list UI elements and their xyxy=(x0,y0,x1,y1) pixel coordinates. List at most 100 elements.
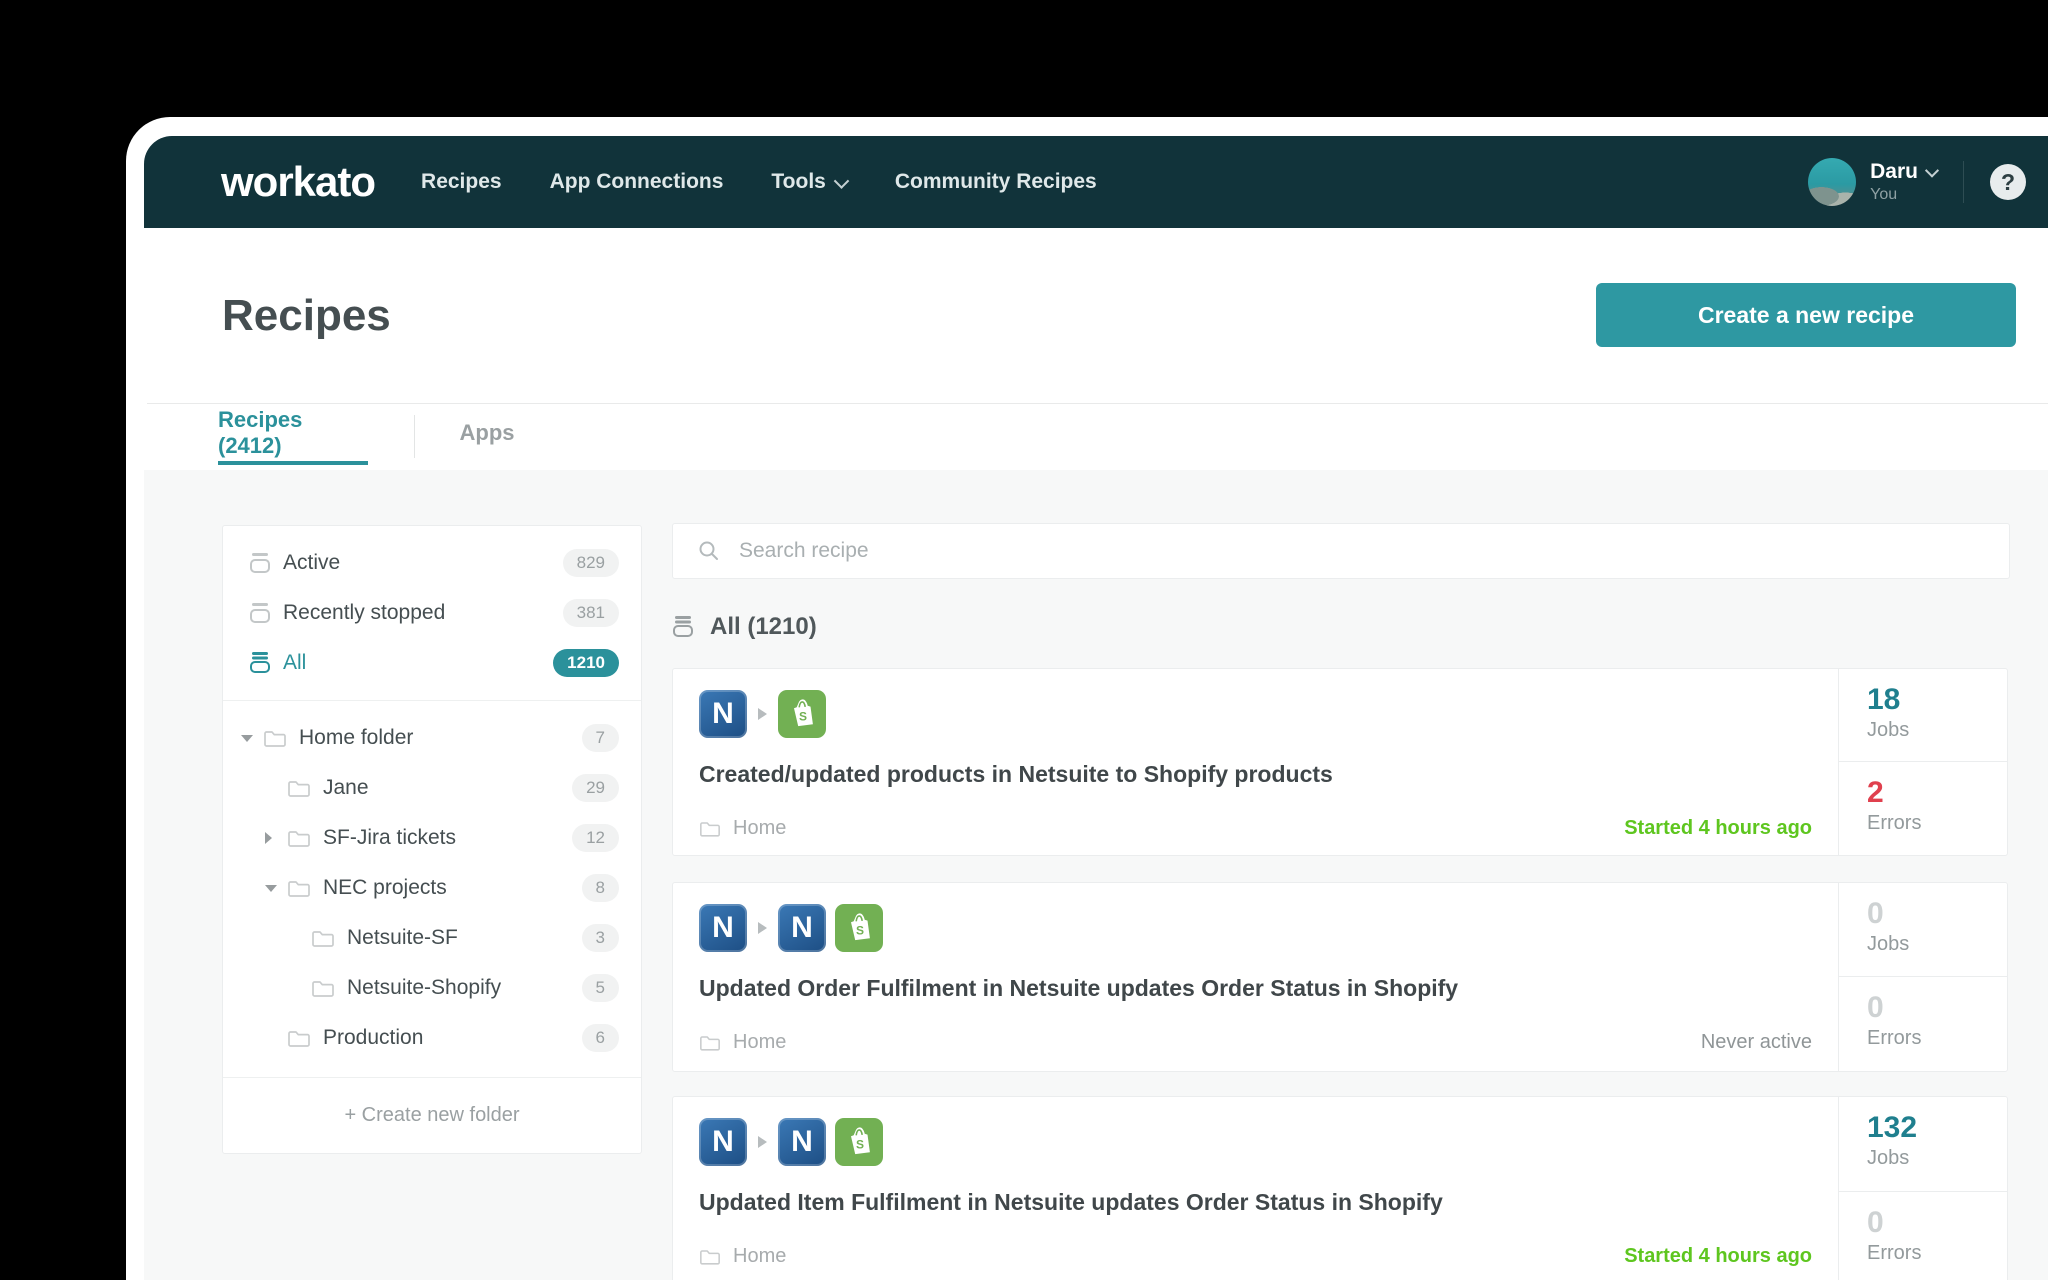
tab-recipes[interactable]: Recipes (2412) xyxy=(218,404,368,465)
errors-label: Errors xyxy=(1867,1242,2007,1265)
folder-item-sf-jira-tickets[interactable]: SF-Jira tickets 12 xyxy=(223,813,641,863)
nav-item-tools-label: Tools xyxy=(771,170,825,194)
jobs-cell: 18 Jobs xyxy=(1839,669,2007,762)
recipe-stats: 0 Jobs 0 Errors xyxy=(1838,883,2007,1071)
page-title: Recipes xyxy=(222,291,391,341)
content-area: Active 829 Recently stopped 381 All 1210 xyxy=(144,470,2048,1280)
folder-item-netsuite-sf[interactable]: Netsuite-SF 3 xyxy=(223,913,641,963)
recipe-folder-link[interactable]: Home xyxy=(699,815,786,841)
errors-count: 0 xyxy=(1867,992,2007,1024)
folder-label: Netsuite-Shopify xyxy=(347,976,501,1000)
folder-item-nec-projects[interactable]: NEC projects 8 xyxy=(223,863,641,913)
folder-label: Production xyxy=(323,1026,423,1050)
sidebar-item-all[interactable]: All 1210 xyxy=(223,638,641,688)
user-name: Daru xyxy=(1870,160,1918,184)
netsuite-app-icon: N xyxy=(778,1118,826,1166)
folder-icon xyxy=(699,817,723,839)
netsuite-app-icon: N xyxy=(699,1118,747,1166)
recipe-jar-icon xyxy=(249,552,271,574)
caret-down-icon[interactable] xyxy=(241,735,257,742)
svg-text:S: S xyxy=(856,924,864,938)
recipe-folder-label: Home xyxy=(733,817,786,840)
errors-cell: 0 Errors xyxy=(1839,1192,2007,1280)
search-input[interactable] xyxy=(737,538,2009,564)
count-badge: 3 xyxy=(582,924,619,952)
folder-item-production[interactable]: Production 6 xyxy=(223,1013,641,1063)
tabs-divider-line xyxy=(147,403,2048,404)
recipe-status: Started 4 hours ago xyxy=(1624,817,1812,840)
recipe-card[interactable]: N N S Updated Order Fulfilment in Netsui… xyxy=(672,882,2008,1072)
folder-icon xyxy=(311,977,335,999)
count-badge: 8 xyxy=(582,874,619,902)
caret-right-icon[interactable] xyxy=(265,832,281,844)
folder-tree: Home folder 7 Jane 29 SF-Jira tickets 12 xyxy=(223,701,641,1077)
divider xyxy=(1963,161,1964,203)
create-recipe-button[interactable]: Create a new recipe xyxy=(1596,283,2016,347)
tab-apps[interactable]: Apps xyxy=(456,404,518,461)
list-header: All (1210) xyxy=(672,610,817,644)
app-icons: N S xyxy=(699,690,826,738)
netsuite-app-icon: N xyxy=(699,690,747,738)
recipe-title[interactable]: Updated Item Fulfilment in Netsuite upda… xyxy=(699,1189,1443,1216)
jobs-count: 0 xyxy=(1867,898,2007,930)
nav-item-recipes[interactable]: Recipes xyxy=(421,170,502,194)
recipe-folder-link[interactable]: Home xyxy=(699,1029,786,1055)
recipe-jar-icon xyxy=(249,602,271,624)
svg-text:S: S xyxy=(799,710,807,724)
caret-down-icon[interactable] xyxy=(265,885,281,892)
errors-cell: 2 Errors xyxy=(1839,762,2007,855)
folder-item-jane[interactable]: Jane 29 xyxy=(223,763,641,813)
search-bar xyxy=(672,523,2010,579)
netsuite-app-icon: N xyxy=(778,904,826,952)
workato-logo[interactable]: workato xyxy=(221,158,375,206)
shopify-app-icon: S xyxy=(835,1118,883,1166)
recipe-card-main: N S Created/updated products in Netsuite… xyxy=(673,669,1838,855)
jobs-label: Jobs xyxy=(1867,719,2007,742)
folder-label: NEC projects xyxy=(323,876,447,900)
recipe-filters: Active 829 Recently stopped 381 All 1210 xyxy=(223,526,641,700)
nav-item-app-connections[interactable]: App Connections xyxy=(550,170,724,194)
recipe-card[interactable]: N N S Updated Item Fulfilment in Netsuit… xyxy=(672,1096,2008,1280)
list-header-label: All (1210) xyxy=(710,613,817,641)
create-folder-button[interactable]: + Create new folder xyxy=(223,1078,641,1153)
app-icons: N N S xyxy=(699,1118,883,1166)
jobs-count: 132 xyxy=(1867,1112,2007,1144)
sidebar-item-recently-stopped[interactable]: Recently stopped 381 xyxy=(223,588,641,638)
avatar[interactable] xyxy=(1808,158,1856,206)
sidebar-item-label: Recently stopped xyxy=(283,601,445,625)
top-navbar: workato Recipes App Connections Tools Co… xyxy=(144,136,2048,228)
nav-item-tools[interactable]: Tools xyxy=(771,170,846,194)
count-badge: 29 xyxy=(572,774,619,802)
arrow-right-icon xyxy=(758,1136,767,1148)
recipe-stats: 18 Jobs 2 Errors xyxy=(1838,669,2007,855)
folder-icon xyxy=(311,927,335,949)
netsuite-letter: N xyxy=(791,1125,813,1159)
errors-label: Errors xyxy=(1867,1027,2007,1050)
count-badge: 6 xyxy=(582,1024,619,1052)
arrow-right-icon xyxy=(758,708,767,720)
netsuite-letter: N xyxy=(712,697,734,731)
recipe-jar-icon xyxy=(672,616,694,638)
tab-separator xyxy=(414,415,415,458)
folder-item-home-folder[interactable]: Home folder 7 xyxy=(223,713,641,763)
recipe-title[interactable]: Created/updated products in Netsuite to … xyxy=(699,761,1333,788)
errors-label: Errors xyxy=(1867,812,2007,835)
jobs-cell: 0 Jobs xyxy=(1839,883,2007,977)
nav-item-community-recipes[interactable]: Community Recipes xyxy=(895,170,1097,194)
errors-count: 2 xyxy=(1867,777,2007,809)
jobs-cell: 132 Jobs xyxy=(1839,1097,2007,1192)
sidebar-item-active[interactable]: Active 829 xyxy=(223,538,641,588)
recipe-card[interactable]: N S Created/updated products in Netsuite… xyxy=(672,668,2008,856)
netsuite-app-icon: N xyxy=(699,904,747,952)
recipe-folder-link[interactable]: Home xyxy=(699,1243,786,1269)
user-menu[interactable]: Daru You xyxy=(1870,160,1937,204)
recipe-stats: 132 Jobs 0 Errors xyxy=(1838,1097,2007,1280)
search-icon xyxy=(697,539,721,563)
help-button[interactable]: ? xyxy=(1990,164,2026,200)
errors-cell: 0 Errors xyxy=(1839,977,2007,1071)
recipe-title[interactable]: Updated Order Fulfilment in Netsuite upd… xyxy=(699,975,1458,1002)
user-role: You xyxy=(1870,186,1937,204)
folder-item-netsuite-shopify[interactable]: Netsuite-Shopify 5 xyxy=(223,963,641,1013)
arrow-right-icon xyxy=(758,922,767,934)
folder-label: Netsuite-SF xyxy=(347,926,458,950)
